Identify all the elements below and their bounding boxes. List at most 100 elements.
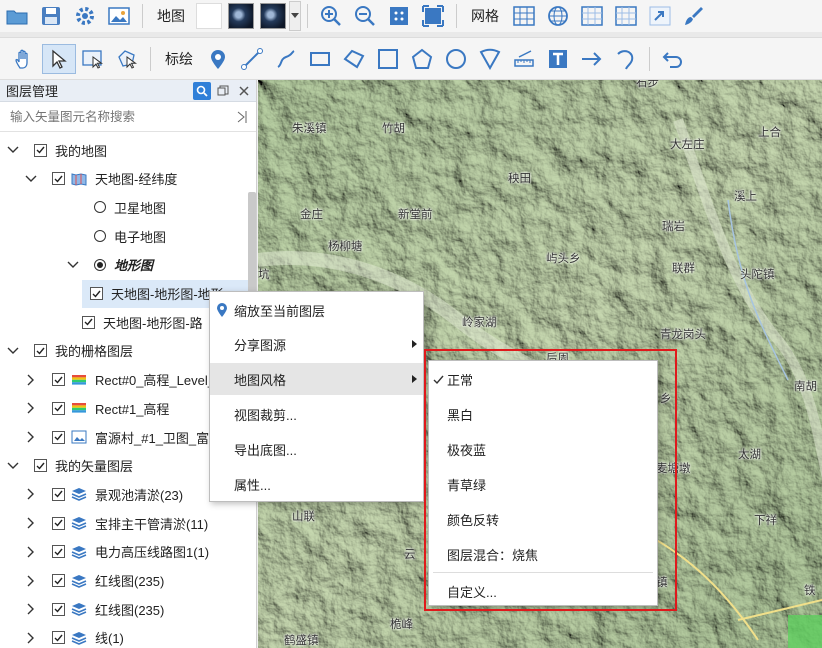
lasso-polygon-icon[interactable] (337, 44, 371, 74)
chevron-right-icon[interactable] (24, 430, 38, 444)
map-thumbnail-night[interactable] (228, 3, 254, 29)
export-arrow-icon[interactable] (643, 1, 677, 31)
restore-window-icon[interactable] (214, 82, 232, 100)
select-pointer-icon[interactable] (42, 43, 76, 74)
close-icon[interactable] (235, 82, 253, 100)
context-menu-item[interactable]: 分享图源 (210, 328, 423, 360)
layer-checkbox[interactable] (52, 172, 65, 186)
zoom-in-icon[interactable] (314, 1, 348, 31)
radio-unselected[interactable] (94, 201, 106, 214)
undo-icon[interactable] (656, 44, 690, 74)
layer-checkbox[interactable] (52, 602, 65, 616)
context-menu-item[interactable]: 缩放至当前图层 (210, 294, 423, 326)
mark-label: 标绘 (165, 50, 193, 67)
tree-row[interactable]: 天地图-经纬度 (0, 165, 248, 193)
open-folder-icon[interactable] (0, 1, 34, 31)
chevron-down-icon[interactable] (66, 258, 80, 272)
tree-label: 景观池清淤(23) (95, 487, 184, 503)
gear-icon[interactable] (68, 1, 102, 31)
context-menu-label: 分享图源 (234, 337, 287, 353)
context-menu-label: 视图裁剪... (234, 407, 297, 423)
context-menu-label: 地图风格 (234, 372, 287, 388)
grid-icon[interactable] (507, 1, 541, 31)
map-place-label: 大左庄 (670, 139, 705, 151)
pan-hand-icon[interactable] (8, 44, 42, 74)
chevron-right-icon[interactable] (24, 401, 38, 415)
context-menu-item[interactable]: 导出底图... (210, 433, 423, 465)
curve-icon[interactable] (609, 44, 643, 74)
chevron-right-icon[interactable] (24, 487, 38, 501)
tree-label: 我的矢量图层 (55, 459, 134, 475)
zoom-out-icon[interactable] (348, 1, 382, 31)
map-thumbnail-night-2[interactable] (260, 3, 286, 29)
sector-icon[interactable] (473, 44, 507, 74)
circle-icon[interactable] (439, 44, 473, 74)
grid-label: 网格 (471, 8, 499, 24)
search-clear-icon[interactable] (236, 110, 248, 124)
fit-extent-icon[interactable] (382, 1, 416, 31)
image-icon[interactable] (102, 1, 136, 31)
radio-unselected[interactable] (94, 230, 106, 243)
pin-icon[interactable] (201, 44, 235, 74)
layer-checkbox[interactable] (34, 344, 47, 358)
chevron-down-icon[interactable] (24, 172, 38, 186)
chevron-right-icon[interactable] (24, 602, 38, 616)
arrow-right-icon[interactable] (575, 44, 609, 74)
chevron-right-icon[interactable] (24, 373, 38, 387)
layer-checkbox[interactable] (90, 287, 103, 300)
layer-search-input[interactable] (10, 109, 236, 124)
mgrs-grid-icon[interactable] (609, 1, 643, 31)
rectangle-icon[interactable] (303, 44, 337, 74)
pentagon-icon[interactable] (405, 44, 439, 74)
layer-checkbox[interactable] (52, 401, 65, 415)
layer-checkbox[interactable] (52, 545, 65, 559)
chevron-right-icon[interactable] (24, 631, 38, 645)
chevron-right-icon[interactable] (24, 545, 38, 559)
layers-icon (71, 517, 87, 530)
chevron-right-icon[interactable] (24, 516, 38, 530)
tree-row[interactable]: 线(1) (0, 624, 248, 648)
ruler-icon[interactable] (507, 44, 541, 74)
full-screen-icon[interactable] (416, 1, 450, 31)
layer-checkbox[interactable] (34, 459, 47, 473)
polyline-icon[interactable] (235, 44, 269, 74)
chevron-right-icon[interactable] (24, 574, 38, 588)
text-icon[interactable] (541, 44, 575, 74)
layer-checkbox[interactable] (34, 143, 47, 157)
rainbow-icon (72, 374, 86, 385)
freehand-line-icon[interactable] (269, 44, 303, 74)
layer-checkbox[interactable] (52, 516, 65, 530)
chevron-down-icon[interactable] (289, 1, 301, 31)
polygon-select-icon[interactable] (110, 44, 144, 74)
brush-icon[interactable] (677, 1, 711, 31)
chevron-down-icon[interactable] (6, 459, 20, 473)
radio-selected[interactable] (94, 258, 106, 271)
tree-row[interactable]: 我的地图 (0, 136, 248, 164)
km-grid-icon[interactable] (575, 1, 609, 31)
layer-checkbox[interactable] (52, 574, 65, 587)
tree-row[interactable]: 宝排主干管清淤(11) (0, 509, 248, 537)
tree-row[interactable]: 红线图(235) (0, 567, 248, 595)
tree-row[interactable]: 电子地图 (0, 222, 248, 250)
layer-checkbox[interactable] (52, 373, 65, 387)
square-icon[interactable] (371, 44, 405, 74)
globe-icon[interactable] (541, 1, 575, 31)
chevron-down-icon[interactable] (6, 143, 20, 157)
tree-row[interactable]: 红线图(235) (0, 595, 248, 623)
layer-checkbox[interactable] (52, 487, 65, 501)
layer-checkbox[interactable] (82, 315, 95, 329)
save-icon[interactable] (34, 1, 68, 31)
tree-row[interactable]: 地形图 (0, 251, 248, 279)
map-thumbnail-blank[interactable] (196, 3, 222, 29)
tree-row[interactable]: 卫星地图 (0, 193, 248, 221)
context-menu-item[interactable]: 视图裁剪... (210, 398, 423, 430)
context-menu-item[interactable]: 地图风格 (210, 363, 423, 395)
chevron-down-icon[interactable] (6, 344, 20, 358)
layer-checkbox[interactable] (52, 430, 65, 444)
context-menu-item[interactable]: 属性... (210, 468, 423, 500)
box-select-icon[interactable] (76, 44, 110, 74)
layer-checkbox[interactable] (52, 631, 65, 645)
search-icon[interactable] (193, 81, 211, 100)
tree-row[interactable]: 电力高压线路图1(1) (0, 538, 248, 566)
